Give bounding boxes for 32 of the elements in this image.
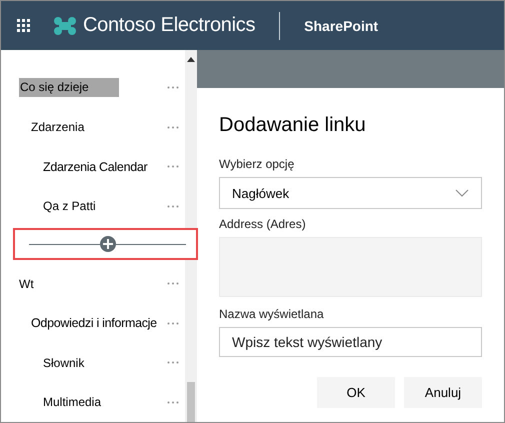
- dialog-title: Dodawanie linku: [219, 114, 367, 137]
- scroll-up-icon: [187, 56, 195, 62]
- more-icon: [167, 322, 179, 325]
- nav-link[interactable]: Multimedia: [43, 395, 102, 410]
- logo-icon: [53, 16, 77, 36]
- field-label: Address (Adres): [219, 217, 306, 231]
- option-dropdown[interactable]: Nagłówek: [219, 177, 482, 209]
- more-icon: [167, 361, 179, 364]
- more-icon: [167, 282, 179, 286]
- display-name-field[interactable]: Wpisz tekst wyświetlany: [219, 327, 482, 357]
- more-icon: [167, 86, 179, 90]
- site-title[interactable]: Contoso Electronics: [83, 14, 256, 37]
- cancel-button[interactable]: Anuluj: [404, 377, 482, 408]
- app-launcher-icon: [17, 18, 31, 32]
- nav-link[interactable]: Odpowiedzi i informacje: [31, 316, 157, 330]
- nav-link[interactable]: Zdarzenia: [31, 120, 84, 134]
- more-icon: [167, 204, 179, 208]
- field-label: Wybierz opcję: [219, 157, 294, 171]
- more-icon: [167, 400, 179, 404]
- scrollbar-thumb[interactable]: [187, 382, 195, 422]
- more-icon: [167, 165, 179, 168]
- more-icon: [167, 126, 179, 129]
- ok-button[interactable]: OK: [317, 377, 395, 408]
- nav-link[interactable]: Co się dzieje: [19, 78, 119, 98]
- field-label: Nazwa wyświetlana: [219, 307, 324, 321]
- app-name[interactable]: SharePoint: [304, 18, 378, 34]
- nav-link[interactable]: Qa z Patti: [43, 199, 96, 214]
- nav-link[interactable]: Słownik: [43, 356, 84, 370]
- chevron-down-icon: [455, 189, 469, 197]
- plus-icon: [100, 236, 116, 252]
- nav-link[interactable]: Zdarzenia Calendar: [43, 160, 148, 174]
- nav-link[interactable]: Wt: [19, 276, 34, 291]
